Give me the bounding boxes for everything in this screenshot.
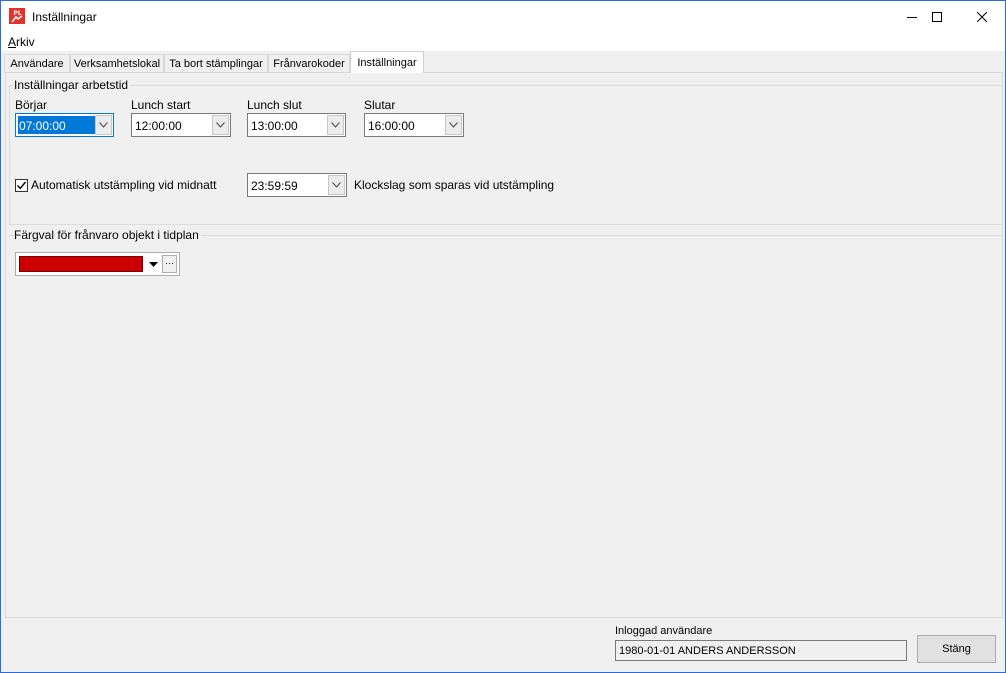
app-icon: PL bbox=[9, 8, 25, 24]
lunch-start-combo[interactable]: 12:00:00 bbox=[131, 113, 231, 137]
tab-franvarokoder[interactable]: Frånvarokoder bbox=[268, 54, 350, 73]
logged-in-user-field: 1980-01-01 ANDERS ANDERSSON bbox=[615, 640, 907, 661]
auto-stamp-label[interactable]: Automatisk utstämpling vid midnatt bbox=[31, 178, 216, 192]
auto-stamp-time-value: 23:59:59 bbox=[251, 179, 298, 193]
title-bar: PL Inställningar bbox=[1, 1, 1005, 32]
end-time-combo[interactable]: 16:00:00 bbox=[364, 113, 464, 137]
more-colors-button[interactable]: ··· bbox=[162, 255, 177, 273]
absence-color-swatch bbox=[19, 256, 143, 272]
chevron-down-icon[interactable] bbox=[212, 115, 229, 135]
settings-window: PL Inställningar Arkiv Användare Verksam… bbox=[0, 0, 1006, 673]
menu-arkiv[interactable]: Arkiv bbox=[8, 35, 35, 49]
maximize-button[interactable] bbox=[914, 1, 960, 32]
auto-stamp-time-combo[interactable]: 23:59:59 bbox=[247, 173, 347, 197]
chevron-down-icon[interactable] bbox=[327, 115, 344, 135]
end-label: Slutar bbox=[364, 98, 396, 112]
svg-text:PL: PL bbox=[13, 10, 21, 17]
tab-installningar[interactable]: Inställningar bbox=[350, 51, 424, 73]
status-area: Inloggad användare 1980-01-01 ANDERS AND… bbox=[5, 621, 1003, 671]
start-label: Börjar bbox=[15, 98, 48, 112]
absence-color-group-title: Färgval för frånvaro objekt i tidplan bbox=[14, 228, 201, 242]
close-button[interactable]: Stäng bbox=[917, 635, 996, 663]
window-title: Inställningar bbox=[32, 10, 97, 24]
end-time-value: 16:00:00 bbox=[368, 119, 415, 133]
menu-bar: Arkiv bbox=[1, 32, 1005, 51]
maximize-icon bbox=[932, 11, 942, 22]
lunch-start-label: Lunch start bbox=[131, 98, 191, 112]
lunch-start-value: 12:00:00 bbox=[135, 119, 182, 133]
close-window-button[interactable] bbox=[959, 1, 1005, 32]
worktime-group-title: Inställningar arbetstid bbox=[14, 78, 131, 92]
chevron-down-icon[interactable] bbox=[95, 115, 112, 135]
start-time-combo[interactable]: 07:00:00 bbox=[15, 113, 114, 137]
tab-verksamhetslokal[interactable]: Verksamhetslokal bbox=[70, 54, 164, 73]
triangle-down-icon[interactable] bbox=[146, 255, 161, 273]
lunch-end-label: Lunch slut bbox=[247, 98, 302, 112]
chevron-down-icon[interactable] bbox=[328, 175, 345, 195]
close-icon bbox=[977, 11, 987, 22]
absence-color-picker[interactable]: ··· bbox=[15, 252, 180, 276]
auto-stamp-checkbox[interactable] bbox=[15, 179, 28, 192]
lunch-end-combo[interactable]: 13:00:00 bbox=[247, 113, 346, 137]
tab-ta-bort-stamplingar[interactable]: Ta bort stämplingar bbox=[164, 54, 268, 73]
tab-strip: Användare Verksamhetslokal Ta bort stämp… bbox=[4, 51, 1004, 73]
logged-in-user-label: Inloggad användare bbox=[615, 625, 713, 637]
start-time-value: 07:00:00 bbox=[18, 116, 96, 134]
lunch-end-value: 13:00:00 bbox=[251, 119, 298, 133]
settings-panel: Inställningar arbetstid Börjar 07:00:00 … bbox=[5, 72, 1003, 618]
auto-stamp-hint: Klockslag som sparas vid utstämpling bbox=[354, 178, 555, 192]
checkmark-icon bbox=[17, 181, 27, 190]
chevron-down-icon[interactable] bbox=[445, 115, 462, 135]
tab-anvandare[interactable]: Användare bbox=[4, 54, 70, 73]
